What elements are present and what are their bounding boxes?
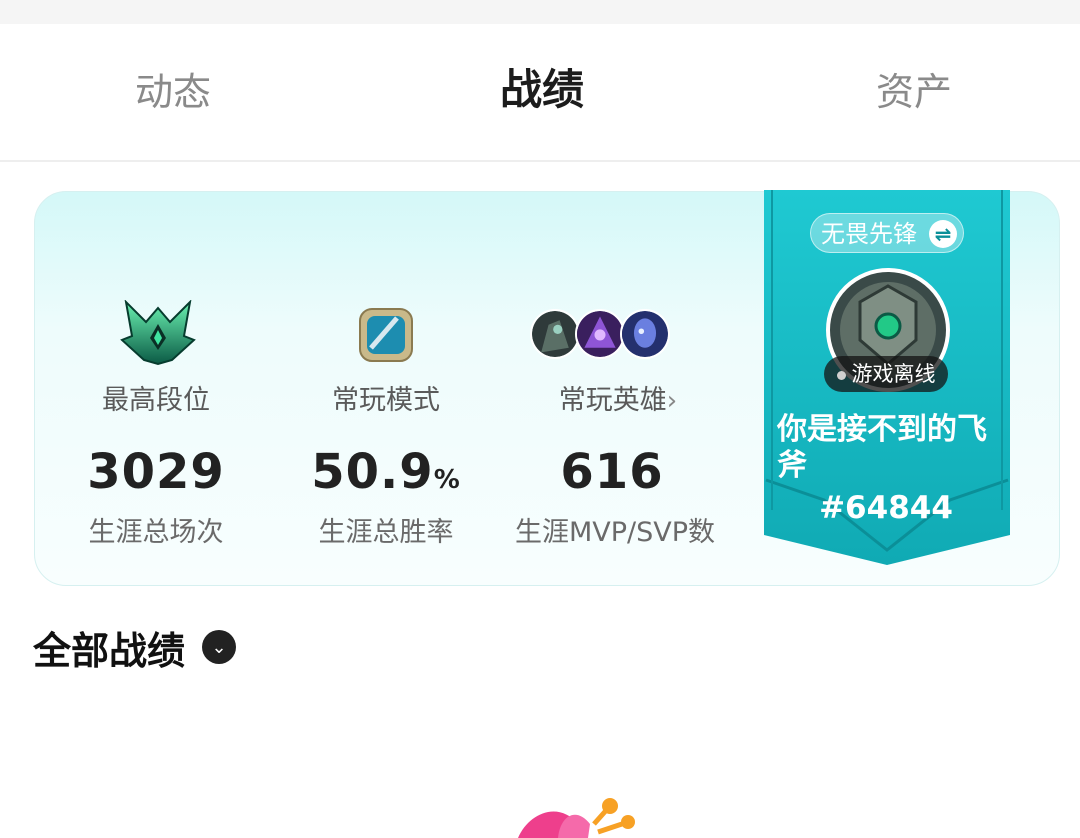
tab-feed[interactable]: 动态 <box>135 68 211 116</box>
game-mode-icon[interactable] <box>357 306 415 364</box>
swap-icon[interactable]: ⇌ <box>929 220 957 248</box>
tab-divider <box>0 160 1080 162</box>
tab-bar: 动态 战绩 资产 <box>0 24 1080 160</box>
win-rate-number: 50.9 <box>311 444 434 500</box>
online-status: 游戏离线 <box>824 356 948 392</box>
mvp-svp-caption: 生涯MVP/SVP数 <box>514 517 716 548</box>
player-id: #64844 <box>819 490 953 526</box>
status-dot-icon <box>836 370 846 380</box>
common-heroes-link[interactable]: 常玩英雄› <box>548 378 688 417</box>
common-heroes-label: 常玩英雄 <box>558 385 667 416</box>
rank-emblem-icon[interactable] <box>120 300 196 366</box>
mvp-svp-value: 616 <box>560 444 664 500</box>
tab-records[interactable]: 战绩 <box>500 66 584 114</box>
top-strip <box>0 0 1080 24</box>
server-switch[interactable]: 无畏先锋 ⇌ <box>810 213 964 253</box>
total-games-value: 3029 <box>87 444 225 500</box>
mascot-illustration <box>518 798 635 838</box>
hero-avatar-icon[interactable] <box>530 309 580 359</box>
win-rate-unit: % <box>433 465 461 495</box>
chevron-right-icon: › <box>666 386 678 416</box>
player-nickname: 你是接不到的飞斧 <box>777 412 987 483</box>
win-rate-caption: 生涯总胜率 <box>318 517 454 548</box>
hero-avatar-icon[interactable] <box>575 309 625 359</box>
tab-assets[interactable]: 资产 <box>876 68 952 116</box>
common-mode-label: 常玩模式 <box>332 385 440 416</box>
status-text: 游戏离线 <box>851 362 936 386</box>
hero-avatar-icon[interactable] <box>620 309 670 359</box>
win-rate-value: 50.9% <box>296 444 476 500</box>
highest-rank-label: 最高段位 <box>102 385 210 416</box>
total-games-caption: 生涯总场次 <box>88 517 224 548</box>
section-title[interactable]: 全部战绩 <box>33 620 185 675</box>
server-name: 无畏先锋 <box>821 220 917 248</box>
chevron-down-icon[interactable]: ⌄ <box>202 630 236 664</box>
